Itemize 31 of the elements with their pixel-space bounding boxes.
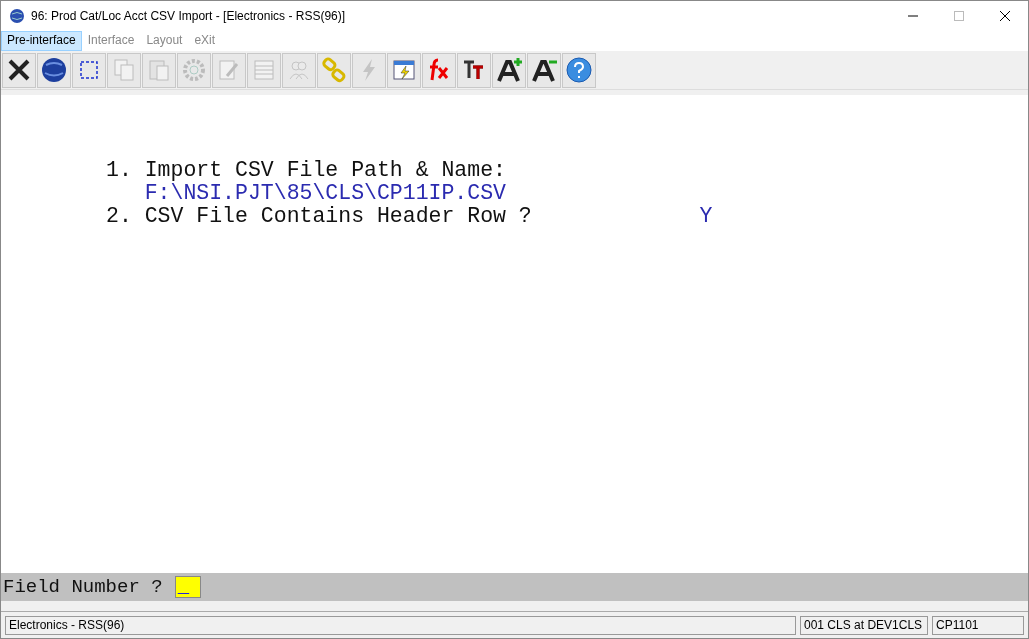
link-toolbar-button[interactable] (317, 52, 351, 88)
bigger-toolbar-button[interactable] (492, 52, 526, 88)
status-panel: CP1101 (932, 615, 1024, 635)
help-toolbar-button[interactable] (562, 52, 596, 88)
globe-toolbar-button[interactable] (37, 52, 71, 88)
gear-icon (180, 56, 208, 84)
menu-item[interactable]: Pre-interface (1, 31, 82, 51)
help-icon (565, 56, 593, 84)
close-icon (1000, 11, 1010, 21)
field-label: Import CSV File Path & Name: (144, 159, 507, 182)
globe-icon (9, 8, 25, 24)
field-label: CSV File Contains Header Row ? (144, 205, 533, 228)
globe-icon (40, 56, 68, 84)
maximize-icon (954, 11, 964, 21)
field-value: F:\NSI.PJT\85\CLS\CP11IP.CSV (144, 182, 506, 205)
status-panel: 001 CLS at DEV1CLS (800, 615, 928, 635)
field-value: Y (699, 205, 713, 228)
prompt-label: Field Number ? (3, 576, 163, 598)
font-toolbar-button[interactable] (457, 52, 491, 88)
window-title: 96: Prod Cat/Loc Acct CSV Import - [Electronics - RSS(96)] (31, 9, 347, 23)
smaller-toolbar-button[interactable] (527, 52, 561, 88)
field-number: 1. (106, 159, 133, 182)
letter-plus-icon (495, 56, 523, 84)
status-panel: Electronics - RSS(96) (5, 615, 796, 635)
close-toolbar-button[interactable] (2, 52, 36, 88)
fx-toolbar-button[interactable] (422, 52, 456, 88)
field-number: 2. (106, 205, 133, 228)
input-field[interactable]: _ (174, 576, 201, 598)
window-toolbar-button[interactable] (387, 52, 421, 88)
chain-link-icon (320, 56, 348, 84)
select-toolbar-button[interactable] (72, 52, 106, 88)
